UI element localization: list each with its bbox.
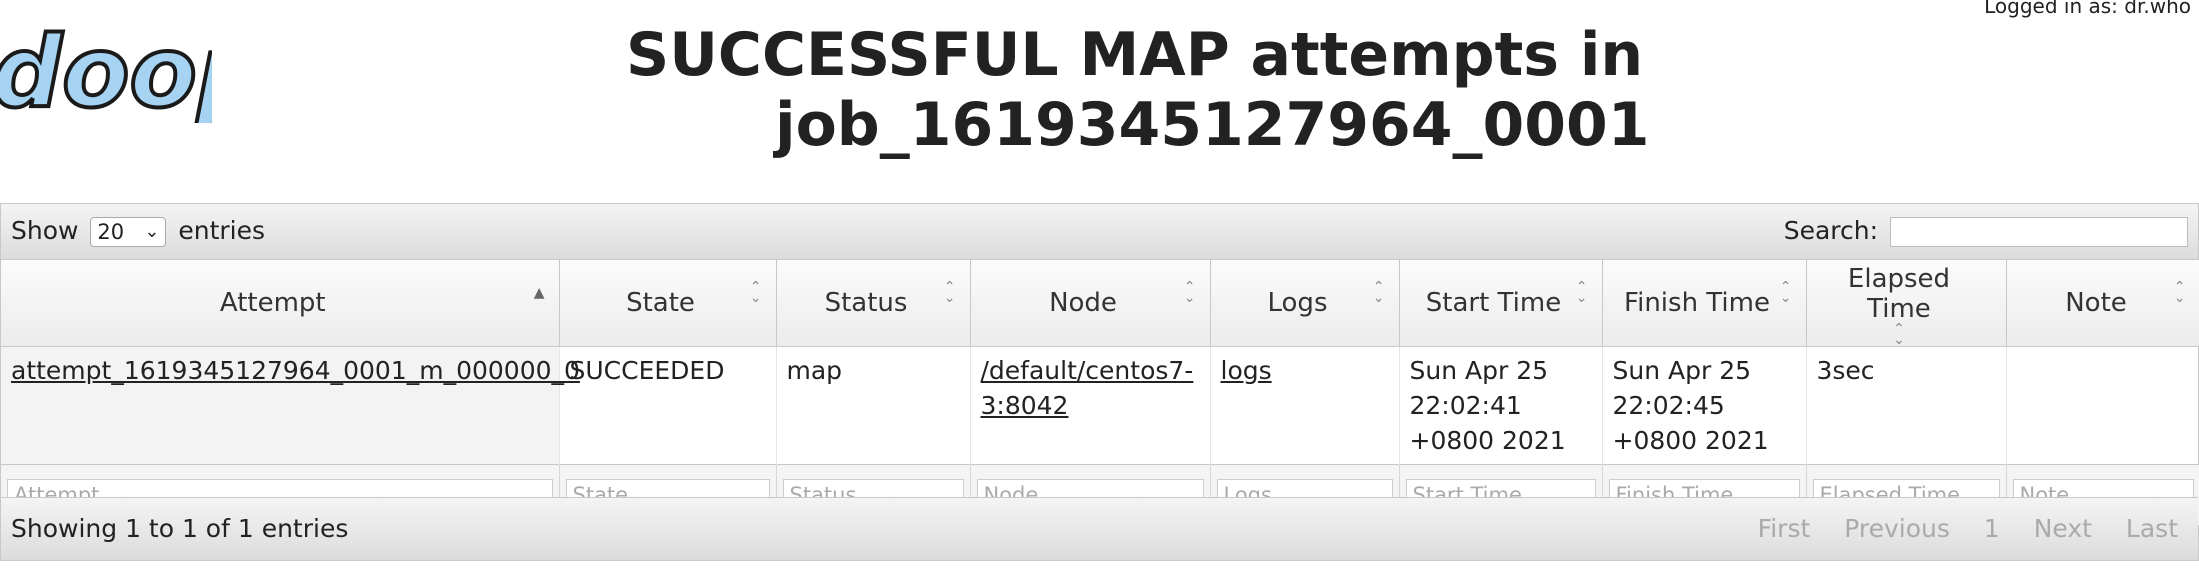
pagination-last[interactable]: Last xyxy=(2126,514,2178,543)
entries-info: Showing 1 to 1 of 1 entries xyxy=(11,514,349,543)
table-header-row: Attempt ▲ State ⌃ ⌄ Status ⌃ ⌄ Node ⌃ ⌄ Logs ⌃ ⌄ … xyxy=(1,260,2199,347)
sort-both-icon: ⌃ ⌄ xyxy=(1183,279,1196,306)
column-header-logs[interactable]: Logs ⌃ ⌄ xyxy=(1210,260,1400,347)
pagination: First Previous 1 Next Last xyxy=(1732,514,2178,543)
column-header-start-time[interactable]: Start Time ⌃ ⌄ xyxy=(1399,260,1603,347)
pagination-previous[interactable]: Previous xyxy=(1844,514,1950,543)
table-toolbar: Show 20 ⌄ entries Search: xyxy=(1,204,2198,260)
logs-link[interactable]: logs xyxy=(1221,356,1272,385)
cell-state: SUCCEEDED xyxy=(559,346,777,465)
sort-both-icon: ⌃ ⌄ xyxy=(943,279,956,306)
attempt-link[interactable]: attempt_1619345127964_0001_m_000000_0 xyxy=(11,356,580,385)
sort-both-icon: ⌃ ⌄ xyxy=(1893,321,1905,348)
sort-both-icon: ⌃ ⌄ xyxy=(2173,279,2186,306)
svg-text:doop: doop xyxy=(0,18,212,123)
sort-both-icon: ⌃ ⌄ xyxy=(1372,279,1385,306)
column-header-state[interactable]: State ⌃ ⌄ xyxy=(559,260,777,347)
page-title-line2: job_1619345127964_0001 xyxy=(775,90,1650,160)
sort-both-icon: ⌃ ⌄ xyxy=(1575,279,1588,306)
column-header-elapsed-time[interactable]: Elapsed Time ⌃ ⌄ xyxy=(1806,260,2007,348)
search-label: Search: xyxy=(1783,216,1879,245)
node-link[interactable]: /default/centos7-3:8042 xyxy=(981,356,1194,420)
column-header-node[interactable]: Node ⌃ ⌄ xyxy=(970,260,1211,347)
cell-node: /default/centos7-3:8042 xyxy=(970,346,1211,465)
column-header-finish-time[interactable]: Finish Time ⌃ ⌄ xyxy=(1602,260,1807,347)
column-header-note[interactable]: Note ⌃ ⌄ xyxy=(2006,260,2199,347)
search-control: Search: xyxy=(1784,216,2188,247)
column-header-status[interactable]: Status ⌃ ⌄ xyxy=(776,260,971,347)
cell-logs: logs xyxy=(1210,346,1400,465)
cell-note xyxy=(2006,346,2199,465)
hadoop-logo[interactable]: doop xyxy=(0,14,269,132)
table-row: attempt_1619345127964_0001_m_000000_0 SU… xyxy=(1,346,2199,465)
page-title: SUCCESSFUL MAP attempts in job_161934512… xyxy=(620,20,1720,160)
cell-attempt: attempt_1619345127964_0001_m_000000_0 xyxy=(1,346,580,465)
entries-label: entries xyxy=(178,216,266,245)
pagination-page-1[interactable]: 1 xyxy=(1984,514,2000,543)
page-title-line1: SUCCESSFUL MAP attempts in xyxy=(626,20,1644,90)
cell-elapsed-time: 3sec xyxy=(1806,346,2007,465)
page-length-select[interactable]: 20 ⌄ xyxy=(90,217,167,247)
chevron-down-icon: ⌄ xyxy=(144,221,160,242)
hadoop-logo-image: doop xyxy=(0,14,269,132)
table-footer: Showing 1 to 1 of 1 entries First Previo… xyxy=(1,497,2198,560)
pagination-first[interactable]: First xyxy=(1758,514,1811,543)
pagination-next[interactable]: Next xyxy=(2034,514,2092,543)
logged-in-user: Logged in as: dr.who xyxy=(1984,0,2191,18)
cell-start-time: Sun Apr 25 22:02:41 +0800 2021 xyxy=(1399,346,1603,465)
attempts-table: Attempt ▲ State ⌃ ⌄ Status ⌃ ⌄ Node ⌃ ⌄ Logs ⌃ ⌄ … xyxy=(1,260,2199,525)
cell-finish-time: Sun Apr 25 22:02:45 +0800 2021 xyxy=(1602,346,1807,465)
show-label: Show xyxy=(11,216,79,245)
attempts-table-wrapper: Show 20 ⌄ entries Search: Attempt ▲ State… xyxy=(0,203,2199,561)
cell-status: map xyxy=(776,346,971,465)
sort-ascending-icon: ▲ xyxy=(533,285,545,301)
search-input[interactable] xyxy=(1890,217,2188,247)
sort-both-icon: ⌃ ⌄ xyxy=(749,279,762,306)
sort-both-icon: ⌃ ⌄ xyxy=(1779,279,1792,306)
page-length-control: Show 20 ⌄ entries xyxy=(11,216,265,247)
page-length-value: 20 xyxy=(97,220,125,244)
column-header-attempt[interactable]: Attempt ▲ xyxy=(1,260,560,347)
